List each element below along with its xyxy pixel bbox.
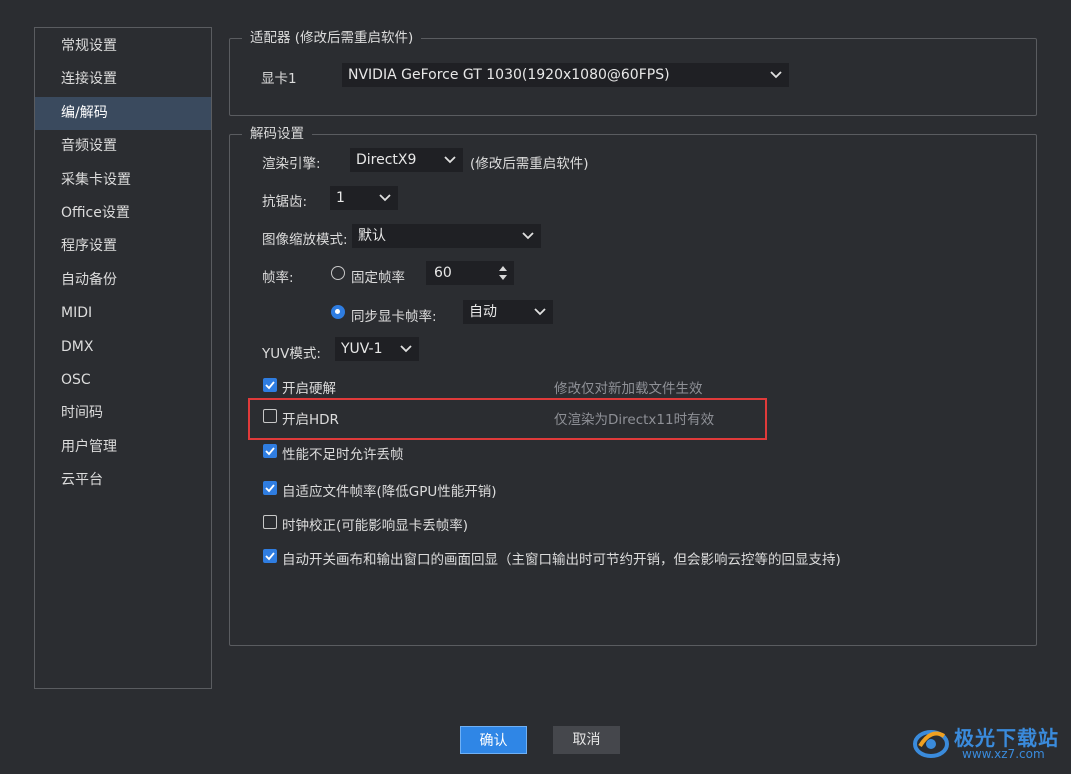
framerate-label: 帧率: bbox=[262, 270, 294, 286]
sync-rate-value: 自动 bbox=[469, 304, 497, 320]
fixed-rate-label: 固定帧率 bbox=[351, 270, 405, 286]
chevron-down-icon bbox=[533, 300, 547, 324]
fixed-rate-value: 60 bbox=[434, 265, 452, 281]
chevron-down-icon bbox=[769, 63, 783, 87]
cancel-button[interactable]: 取消 bbox=[553, 726, 620, 754]
sync-rate-radio[interactable] bbox=[331, 305, 345, 319]
scale-mode-value: 默认 bbox=[358, 228, 386, 244]
confirm-button[interactable]: 确认 bbox=[460, 726, 527, 754]
auto-echo-label: 自动开关画布和输出窗口的画面回显（主窗口输出时可节约开销，但会影响云控等的回显支… bbox=[282, 552, 841, 568]
spin-arrows-icon[interactable] bbox=[498, 265, 508, 281]
allow-frame-drop-checkbox[interactable] bbox=[263, 444, 277, 458]
sidebar-item-general[interactable]: 常规设置 bbox=[35, 30, 211, 63]
sidebar-item-capture-card[interactable]: 采集卡设置 bbox=[35, 164, 211, 197]
auto-echo-checkbox[interactable] bbox=[263, 549, 277, 563]
render-engine-select[interactable]: DirectX9 bbox=[350, 148, 463, 172]
fixed-rate-radio[interactable] bbox=[331, 266, 345, 280]
sidebar-item-user-management[interactable]: 用户管理 bbox=[35, 431, 211, 464]
clock-correction-label: 时钟校正(可能影响显卡丢帧率) bbox=[282, 518, 469, 534]
settings-sidebar: 常规设置 连接设置 编/解码 音频设置 采集卡设置 Office设置 程序设置 … bbox=[34, 27, 212, 689]
sidebar-item-cloud-platform[interactable]: 云平台 bbox=[35, 464, 211, 497]
hdr-highlight-box bbox=[248, 398, 767, 440]
sidebar-item-midi[interactable]: MIDI bbox=[35, 297, 211, 330]
antialias-value: 1 bbox=[336, 190, 345, 206]
sidebar-item-program[interactable]: 程序设置 bbox=[35, 230, 211, 263]
sidebar-item-dmx[interactable]: DMX bbox=[35, 331, 211, 364]
chevron-down-icon bbox=[443, 148, 457, 172]
adaptive-framerate-checkbox[interactable] bbox=[263, 481, 277, 495]
sync-rate-label: 同步显卡帧率: bbox=[351, 309, 437, 325]
sidebar-item-auto-backup[interactable]: 自动备份 bbox=[35, 264, 211, 297]
render-engine-value: DirectX9 bbox=[356, 152, 417, 168]
xz7-logo-icon bbox=[913, 730, 949, 758]
gpu-select[interactable]: NVIDIA GeForce GT 1030(1920x1080@60FPS) bbox=[342, 63, 789, 87]
antialias-select[interactable]: 1 bbox=[330, 186, 398, 210]
chevron-down-icon bbox=[521, 224, 535, 248]
sidebar-list: 常规设置 连接设置 编/解码 音频设置 采集卡设置 Office设置 程序设置 … bbox=[35, 28, 211, 497]
sync-rate-select[interactable]: 自动 bbox=[463, 300, 553, 324]
chevron-down-icon bbox=[399, 337, 413, 361]
adapter-group-legend: 适配器 (修改后需重启软件) bbox=[242, 29, 422, 47]
render-engine-label: 渲染引擎: bbox=[262, 156, 321, 172]
sidebar-item-codec[interactable]: 编/解码 bbox=[35, 96, 211, 131]
render-engine-note: (修改后需重启软件) bbox=[470, 156, 589, 172]
sidebar-item-timecode[interactable]: 时间码 bbox=[35, 397, 211, 430]
fixed-rate-spinbox[interactable]: 60 bbox=[426, 261, 514, 285]
allow-frame-drop-label: 性能不足时允许丢帧 bbox=[282, 447, 404, 463]
yuv-value: YUV-1 bbox=[341, 341, 383, 357]
sidebar-item-osc[interactable]: OSC bbox=[35, 364, 211, 397]
yuv-label: YUV模式: bbox=[262, 346, 321, 362]
site-watermark: 极光下载站 www.xz7.com bbox=[912, 720, 1062, 764]
gpu-label: 显卡1 bbox=[261, 71, 297, 87]
yuv-select[interactable]: YUV-1 bbox=[335, 337, 419, 361]
hw-decode-label: 开启硬解 bbox=[282, 381, 336, 397]
sidebar-item-office[interactable]: Office设置 bbox=[35, 197, 211, 230]
clock-correction-checkbox[interactable] bbox=[263, 515, 277, 529]
gpu-select-value: NVIDIA GeForce GT 1030(1920x1080@60FPS) bbox=[348, 67, 670, 83]
scale-mode-select[interactable]: 默认 bbox=[352, 224, 541, 248]
decode-group-legend: 解码设置 bbox=[242, 125, 312, 143]
chevron-down-icon bbox=[378, 186, 392, 210]
sidebar-item-connection[interactable]: 连接设置 bbox=[35, 63, 211, 96]
hw-decode-hint: 修改仅对新加载文件生效 bbox=[554, 381, 703, 397]
antialias-label: 抗锯齿: bbox=[262, 194, 308, 210]
adaptive-framerate-label: 自适应文件帧率(降低GPU性能开销) bbox=[282, 484, 497, 500]
scale-mode-label: 图像缩放模式: bbox=[262, 232, 348, 248]
watermark-url: www.xz7.com bbox=[962, 747, 1045, 761]
sidebar-item-audio[interactable]: 音频设置 bbox=[35, 130, 211, 163]
hw-decode-checkbox[interactable] bbox=[263, 378, 277, 392]
